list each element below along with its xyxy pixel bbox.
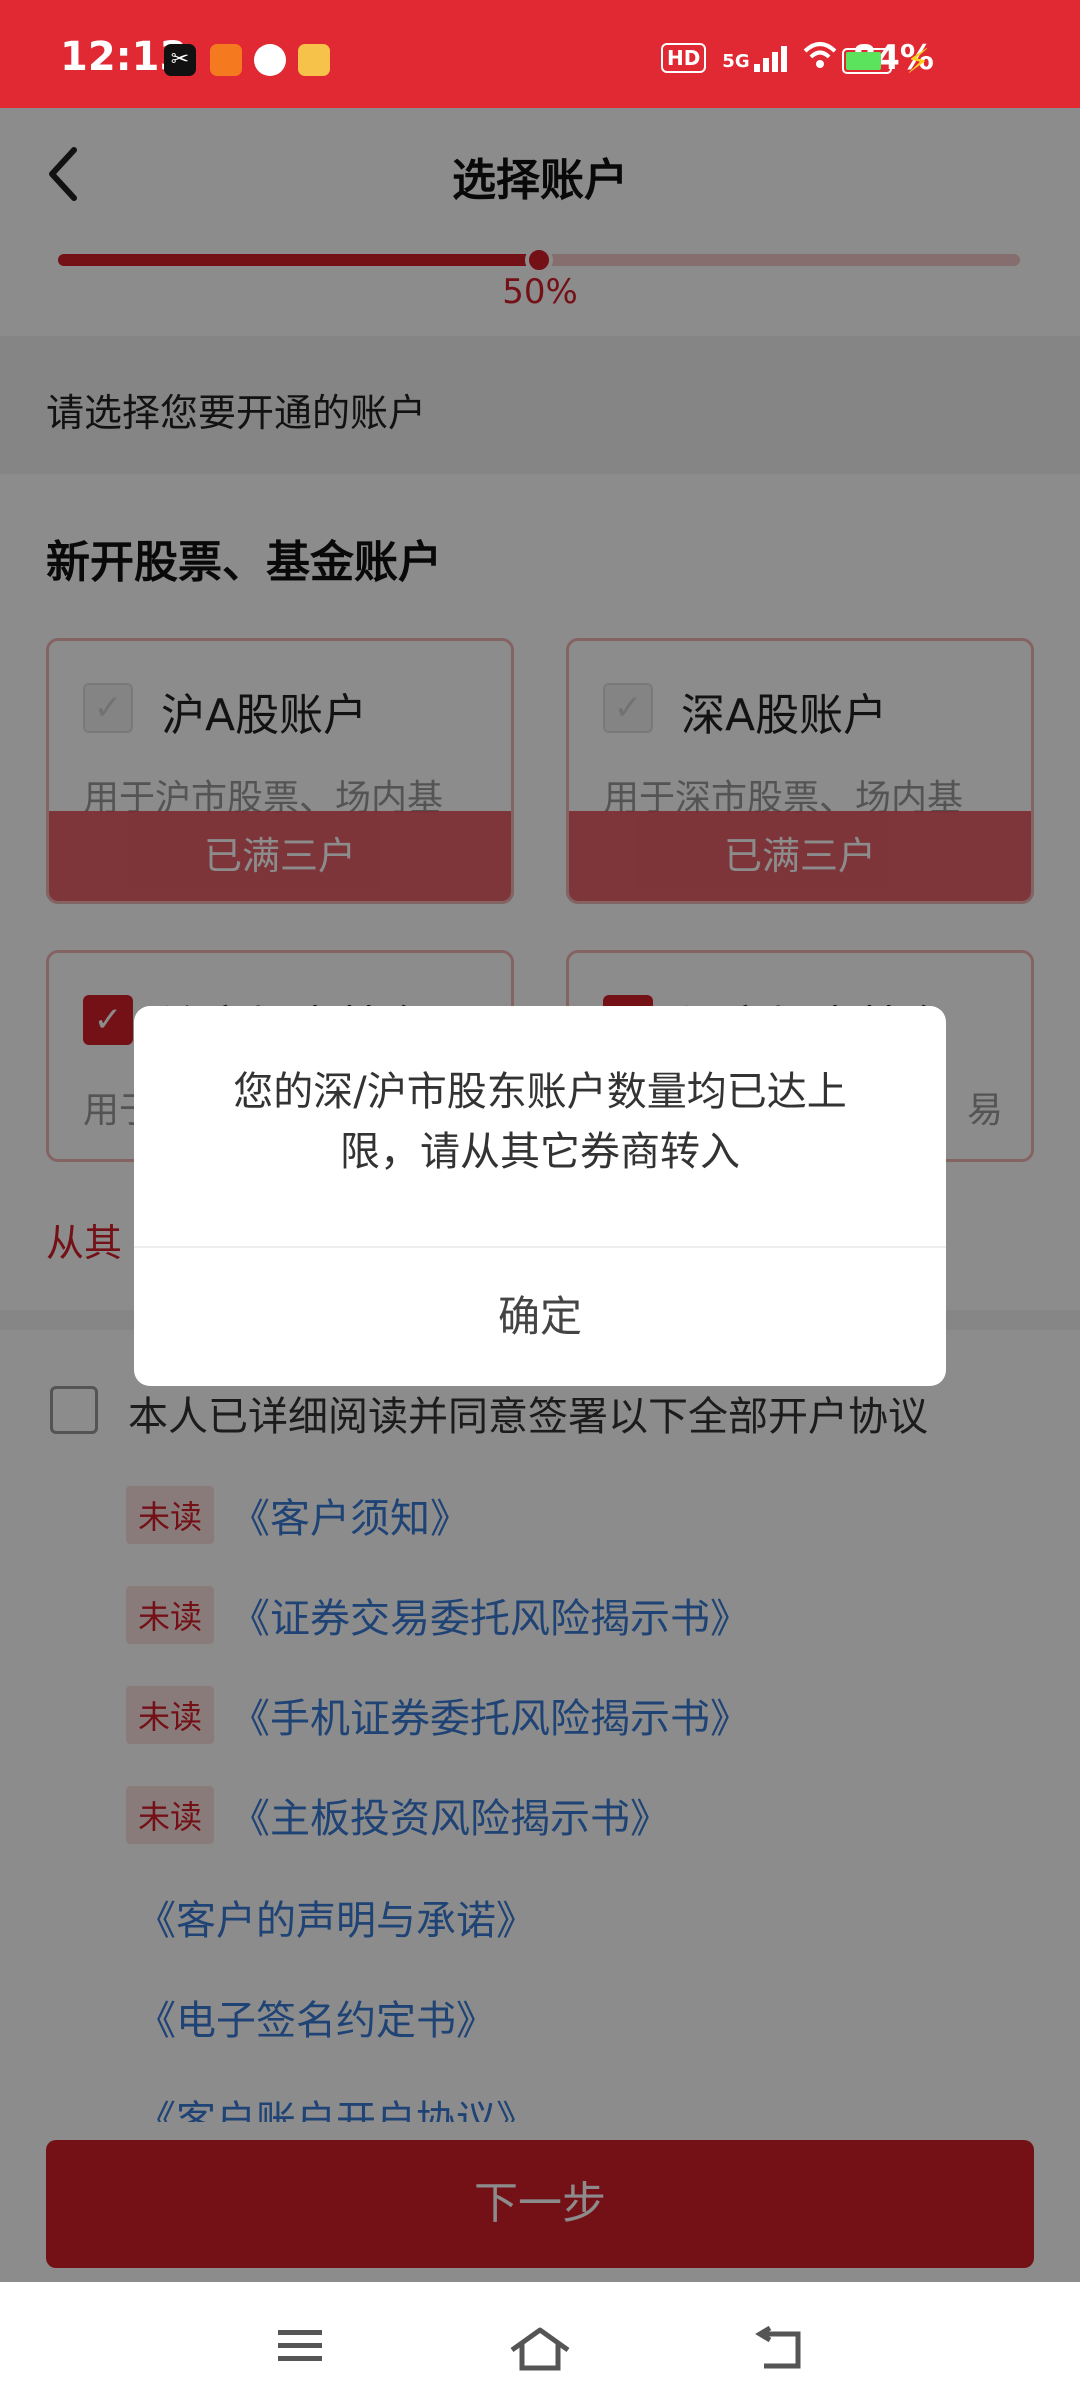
status-bar: 12:13 ✂ HD 5G 84% ⚡ [0,0,1080,108]
battery-icon [842,48,892,74]
system-nav-bar [0,2282,1080,2408]
status-indicators: HD 5G 84% [660,38,934,78]
signal-icon: 5G [722,44,787,72]
capcut-app-icon: ✂ [164,44,196,76]
hd-badge: HD [660,43,707,73]
message-icon [254,44,286,76]
app-notification-icon [210,44,242,76]
news-app-icon [298,44,330,76]
home-icon[interactable] [508,2326,572,2376]
confirm-button[interactable]: 确定 [134,1248,946,1386]
dialog-message: 您的深/沪市股东账户数量均已达上限，请从其它券商转入 [233,1069,847,1175]
network-type: 5G [722,51,750,72]
back-nav-icon[interactable] [754,2325,806,2376]
wifi-icon [803,38,837,78]
charging-icon: ⚡ [906,42,930,82]
menu-icon[interactable] [276,2326,324,2370]
alert-dialog: 您的深/沪市股东账户数量均已达上限，请从其它券商转入 确定 [134,1006,946,1386]
